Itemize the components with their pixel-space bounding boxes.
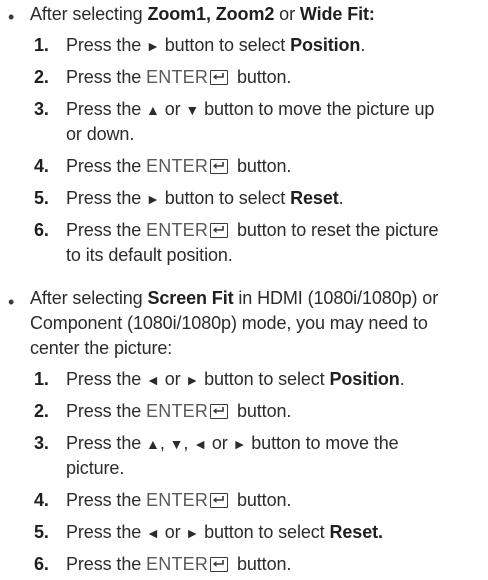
left-arrow-icon: ◄ (146, 372, 160, 388)
reset-label: Reset (290, 188, 339, 208)
zoom-modes: Zoom1, Zoom2 (147, 4, 275, 24)
step-text: Press the (66, 188, 147, 208)
intro-text: After selecting (30, 288, 148, 308)
step-text: button. (232, 67, 292, 87)
section1-intro: After selecting Zoom1, Zoom2 or Wide Fit… (30, 2, 482, 26)
enter-icon (210, 223, 229, 238)
step-text: . (338, 188, 344, 208)
step-text: button to move the picture up (199, 99, 435, 119)
step-number: 4. (34, 490, 49, 510)
step-text: button to select (199, 369, 330, 389)
section2-intro-line2: Component (1080i/1080p) mode, you may ne… (30, 313, 428, 333)
step-number: 2. (34, 67, 49, 87)
enter-icon (210, 159, 229, 174)
step-number: 3. (34, 99, 49, 119)
intro-text: After selecting (30, 4, 148, 24)
right-arrow-icon: ► (232, 436, 247, 452)
step-text: button to select (159, 35, 291, 55)
right-arrow-icon: ► (185, 372, 200, 388)
widefit-mode: Wide Fit: (299, 4, 375, 24)
step-text: Press the (66, 220, 147, 240)
right-arrow-icon: ► (185, 525, 200, 541)
step-number: 6. (34, 220, 49, 240)
step-text: button to move the (246, 433, 399, 453)
position-label: Position (329, 369, 400, 389)
step-number: 5. (34, 188, 49, 208)
step-text: , (183, 433, 194, 453)
up-arrow-icon: ▲ (146, 436, 160, 452)
step-text: button. (232, 554, 292, 574)
enter-label: ENTER (146, 67, 209, 87)
bullet-2: • (8, 292, 15, 312)
step-text: button. (232, 401, 292, 421)
step-text: . (360, 35, 366, 55)
step-number: 5. (34, 522, 49, 542)
enter-label: ENTER (146, 401, 209, 421)
left-arrow-icon: ◄ (146, 525, 160, 541)
down-arrow-icon: ▼ (169, 436, 184, 452)
step-text: Press the (66, 401, 147, 421)
reset-label: Reset. (329, 522, 383, 542)
step-text: button to select (199, 522, 330, 542)
down-arrow-icon: ▼ (185, 102, 200, 118)
step-number: 6. (34, 554, 49, 574)
section2-intro-line3: center the picture: (30, 338, 173, 358)
bullet-1: • (8, 7, 15, 27)
enter-icon (210, 557, 229, 572)
right-arrow-icon: ► (146, 191, 160, 207)
step-number: 2. (34, 401, 49, 421)
enter-label: ENTER (146, 554, 209, 574)
enter-icon (210, 493, 229, 508)
step-text: Press the (66, 490, 147, 510)
step-text: button to select (159, 188, 291, 208)
or-text: or (274, 4, 300, 24)
step-text: button. (232, 490, 292, 510)
step-text: Press the (66, 156, 147, 176)
step-text: Press the (66, 67, 147, 87)
right-arrow-icon: ► (146, 38, 160, 54)
up-arrow-icon: ▲ (146, 102, 160, 118)
enter-label: ENTER (146, 490, 209, 510)
left-arrow-icon: ◄ (193, 436, 207, 452)
step-text: Press the (66, 554, 147, 574)
enter-label: ENTER (146, 156, 209, 176)
step-number: 1. (34, 35, 49, 55)
enter-label: ENTER (146, 220, 209, 240)
enter-icon (210, 70, 229, 85)
step-number: 4. (34, 156, 49, 176)
step-text: or (159, 99, 186, 119)
step-text: , (159, 433, 170, 453)
step-text: Press the (66, 433, 147, 453)
step-text: or (206, 433, 233, 453)
step-number: 1. (34, 369, 49, 389)
step-text: to its default position. (66, 245, 233, 265)
step-text: button to reset the picture (232, 220, 439, 240)
position-label: Position (290, 35, 361, 55)
section2-intro-line1: After selecting Screen Fit in HDMI (1080… (30, 286, 482, 310)
step-text: Press the (66, 369, 147, 389)
step-text: or (159, 369, 186, 389)
step-text: button. (232, 156, 292, 176)
step-text: Press the (66, 99, 147, 119)
step-text: Press the (66, 522, 147, 542)
enter-icon (210, 404, 229, 419)
step-number: 3. (34, 433, 49, 453)
step-text: . (399, 369, 405, 389)
intro-text: in HDMI (1080i/1080p) or (233, 288, 439, 308)
screenfit-mode: Screen Fit (147, 288, 234, 308)
step-text: picture. (66, 458, 125, 478)
step-text: Press the (66, 35, 147, 55)
step-text: or down. (66, 124, 135, 144)
step-text: or (159, 522, 186, 542)
